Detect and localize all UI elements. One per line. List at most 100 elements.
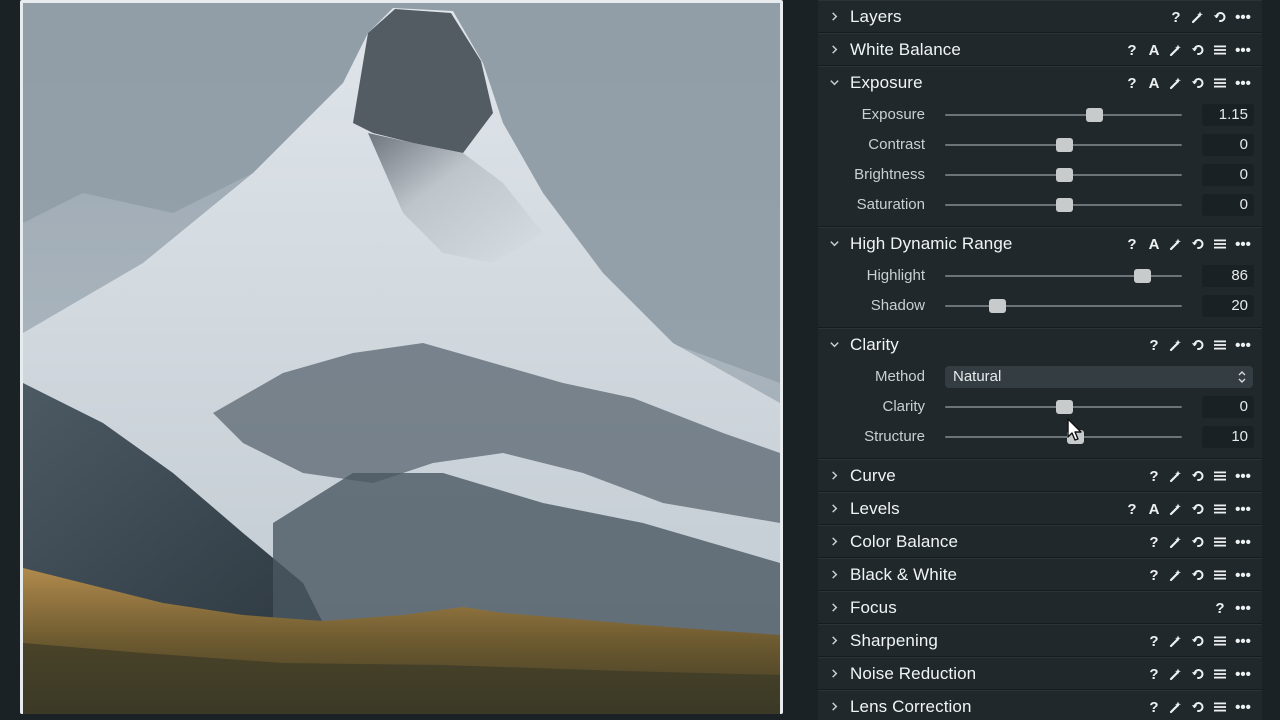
reset-icon[interactable] — [1190, 468, 1206, 484]
value-field[interactable]: 1.15 — [1202, 104, 1254, 126]
slider-track[interactable] — [945, 138, 1182, 152]
more-icon[interactable]: ••• — [1234, 75, 1252, 92]
wand-icon[interactable] — [1190, 9, 1206, 25]
auto-icon[interactable]: A — [1146, 236, 1162, 253]
tool-header[interactable]: High Dynamic Range? A ••• — [818, 227, 1262, 259]
reset-icon[interactable] — [1190, 666, 1206, 682]
tool-header[interactable]: Exposure? A ••• — [818, 66, 1262, 98]
tool-header[interactable]: Focus? ••• — [818, 591, 1262, 623]
reset-icon[interactable] — [1190, 337, 1206, 353]
slider-knob[interactable] — [1055, 168, 1073, 182]
slider-knob[interactable] — [989, 299, 1007, 313]
help-icon[interactable]: ? — [1124, 501, 1140, 518]
wand-icon[interactable] — [1168, 236, 1184, 252]
panel-scrollbar[interactable] — [1262, 0, 1280, 720]
presets-menu-icon[interactable] — [1212, 236, 1228, 252]
reset-icon[interactable] — [1190, 75, 1206, 91]
more-icon[interactable]: ••• — [1234, 337, 1252, 354]
slider-track[interactable] — [945, 168, 1182, 182]
help-icon[interactable]: ? — [1146, 567, 1162, 584]
more-icon[interactable]: ••• — [1234, 9, 1252, 26]
presets-menu-icon[interactable] — [1212, 337, 1228, 353]
chevron-right-icon[interactable] — [826, 9, 842, 25]
wand-icon[interactable] — [1168, 567, 1184, 583]
help-icon[interactable]: ? — [1146, 468, 1162, 485]
value-field[interactable]: 20 — [1202, 295, 1254, 317]
tool-header[interactable]: Lens Correction? ••• — [818, 690, 1262, 720]
wand-icon[interactable] — [1168, 75, 1184, 91]
chevron-down-icon[interactable] — [826, 236, 842, 252]
chevron-right-icon[interactable] — [826, 666, 842, 682]
slider-track[interactable] — [945, 108, 1182, 122]
auto-icon[interactable]: A — [1146, 75, 1162, 92]
slider-track[interactable] — [945, 269, 1182, 283]
presets-menu-icon[interactable] — [1212, 501, 1228, 517]
reset-icon[interactable] — [1190, 534, 1206, 550]
more-icon[interactable]: ••• — [1234, 534, 1252, 551]
tool-header[interactable]: Color Balance? ••• — [818, 525, 1262, 557]
presets-menu-icon[interactable] — [1212, 699, 1228, 715]
slider-track[interactable] — [945, 198, 1182, 212]
help-icon[interactable]: ? — [1212, 600, 1228, 617]
wand-icon[interactable] — [1168, 501, 1184, 517]
slider-track[interactable] — [945, 400, 1182, 414]
more-icon[interactable]: ••• — [1234, 567, 1252, 584]
chevron-right-icon[interactable] — [826, 633, 842, 649]
value-field[interactable]: 0 — [1202, 164, 1254, 186]
help-icon[interactable]: ? — [1168, 9, 1184, 26]
slider-knob[interactable] — [1133, 269, 1151, 283]
more-icon[interactable]: ••• — [1234, 468, 1252, 485]
presets-menu-icon[interactable] — [1212, 42, 1228, 58]
value-field[interactable]: 86 — [1202, 265, 1254, 287]
help-icon[interactable]: ? — [1146, 337, 1162, 354]
wand-icon[interactable] — [1168, 468, 1184, 484]
value-field[interactable]: 0 — [1202, 134, 1254, 156]
value-field[interactable]: 0 — [1202, 194, 1254, 216]
help-icon[interactable]: ? — [1124, 236, 1140, 253]
reset-icon[interactable] — [1190, 699, 1206, 715]
tool-header[interactable]: Noise Reduction? ••• — [818, 657, 1262, 689]
wand-icon[interactable] — [1168, 699, 1184, 715]
slider-knob[interactable] — [1055, 138, 1073, 152]
chevron-down-icon[interactable] — [826, 75, 842, 91]
tool-header[interactable]: Clarity? ••• — [818, 328, 1262, 360]
presets-menu-icon[interactable] — [1212, 633, 1228, 649]
more-icon[interactable]: ••• — [1234, 666, 1252, 683]
auto-icon[interactable]: A — [1146, 42, 1162, 59]
more-icon[interactable]: ••• — [1234, 236, 1252, 253]
more-icon[interactable]: ••• — [1234, 42, 1252, 59]
reset-icon[interactable] — [1190, 633, 1206, 649]
tool-header[interactable]: Sharpening? ••• — [818, 624, 1262, 656]
slider-knob[interactable] — [1055, 198, 1073, 212]
help-icon[interactable]: ? — [1124, 42, 1140, 59]
help-icon[interactable]: ? — [1146, 534, 1162, 551]
chevron-right-icon[interactable] — [826, 699, 842, 715]
reset-icon[interactable] — [1190, 42, 1206, 58]
reset-icon[interactable] — [1212, 9, 1228, 25]
wand-icon[interactable] — [1168, 534, 1184, 550]
reset-icon[interactable] — [1190, 567, 1206, 583]
tool-header[interactable]: Layers? ••• — [818, 0, 1262, 32]
slider-track[interactable] — [945, 430, 1182, 444]
more-icon[interactable]: ••• — [1234, 501, 1252, 518]
chevron-right-icon[interactable] — [826, 468, 842, 484]
wand-icon[interactable] — [1168, 337, 1184, 353]
help-icon[interactable]: ? — [1146, 666, 1162, 683]
wand-icon[interactable] — [1168, 666, 1184, 682]
presets-menu-icon[interactable] — [1212, 534, 1228, 550]
tool-header[interactable]: White Balance? A ••• — [818, 33, 1262, 65]
chevron-right-icon[interactable] — [826, 600, 842, 616]
value-field[interactable]: 0 — [1202, 396, 1254, 418]
tool-header[interactable]: Levels? A ••• — [818, 492, 1262, 524]
chevron-right-icon[interactable] — [826, 42, 842, 58]
presets-menu-icon[interactable] — [1212, 75, 1228, 91]
tool-header[interactable]: Curve? ••• — [818, 459, 1262, 491]
value-field[interactable]: 10 — [1202, 426, 1254, 448]
tool-header[interactable]: Black & White? ••• — [818, 558, 1262, 590]
slider-knob[interactable] — [1055, 400, 1073, 414]
help-icon[interactable]: ? — [1146, 633, 1162, 650]
method-select[interactable]: Natural — [945, 366, 1253, 388]
wand-icon[interactable] — [1168, 42, 1184, 58]
chevron-down-icon[interactable] — [826, 337, 842, 353]
more-icon[interactable]: ••• — [1234, 600, 1252, 617]
